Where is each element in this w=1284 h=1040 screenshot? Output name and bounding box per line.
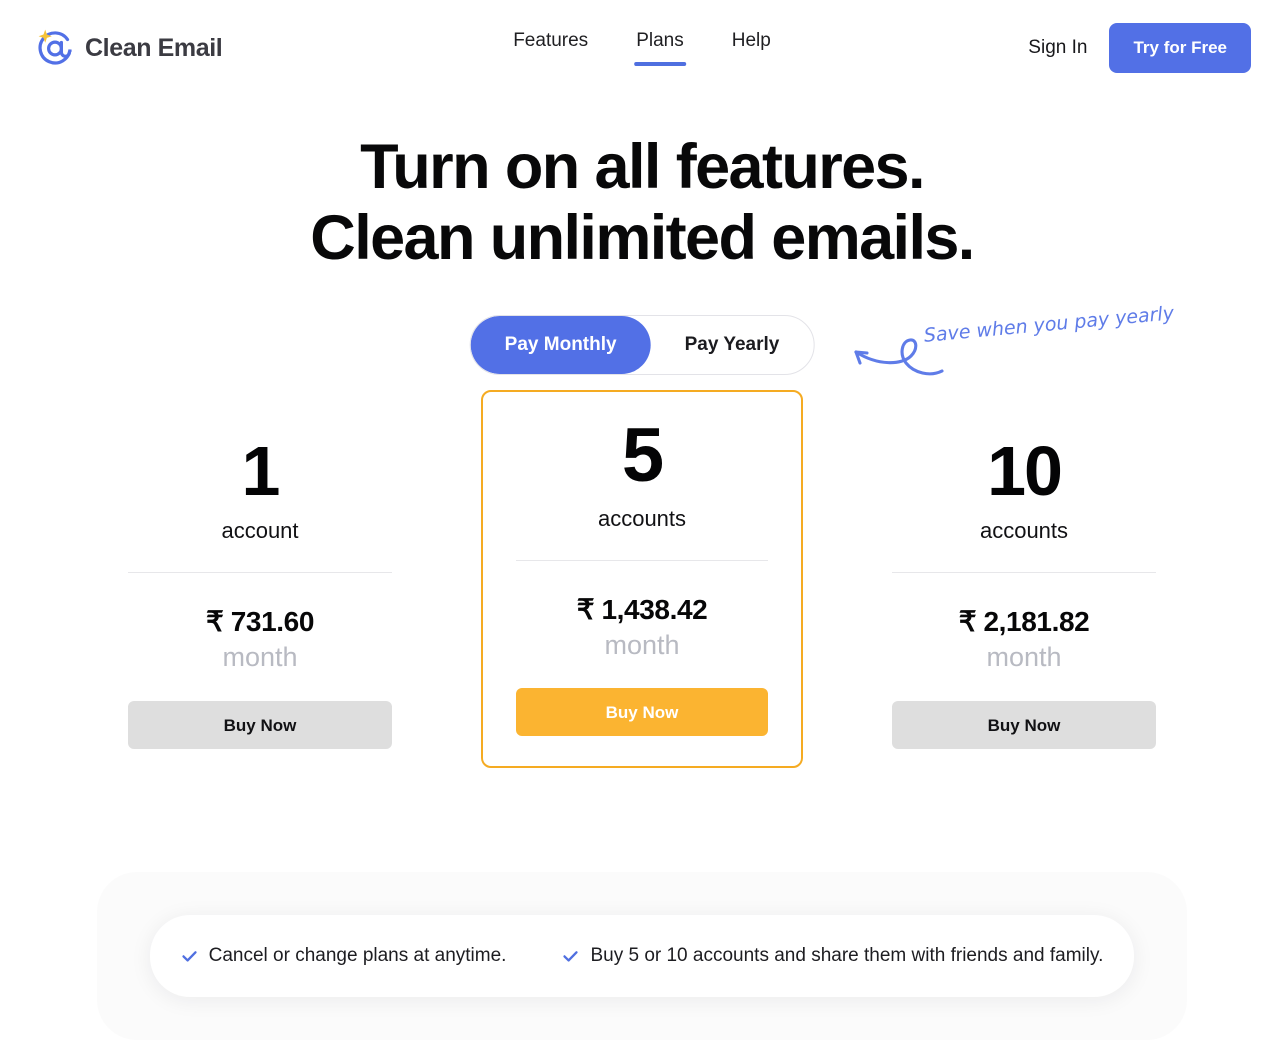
plan-account-count: 10 xyxy=(987,432,1063,511)
plan-period: month xyxy=(604,630,680,661)
plan-period: month xyxy=(222,642,298,673)
plan-divider xyxy=(892,572,1156,574)
plan-period: month xyxy=(986,642,1062,673)
billing-toggle-row: Pay Monthly Pay Yearly Save when you pay… xyxy=(0,302,1284,379)
page-title-line-1: Turn on all features. xyxy=(360,132,925,202)
buy-now-button[interactable]: Buy Now xyxy=(128,701,392,750)
brand-name: Clean Email xyxy=(85,33,223,62)
plan-card-1-account[interactable]: 1 account ₹ 731.60 month Buy Now xyxy=(127,409,393,750)
main-nav: Features Plans Help xyxy=(507,26,777,66)
toggle-option-monthly[interactable]: Pay Monthly xyxy=(470,316,651,375)
nav-item-features[interactable]: Features xyxy=(507,26,594,66)
buy-now-button[interactable]: Buy Now xyxy=(516,688,768,737)
plans-list: 1 account ₹ 731.60 month Buy Now 5 accou… xyxy=(0,390,1284,769)
benefit-item-share-accounts: Buy 5 or 10 accounts and share them with… xyxy=(562,945,1103,967)
plan-account-count: 5 xyxy=(621,413,664,499)
yearly-savings-annotation: Save when you pay yearly xyxy=(838,302,1208,403)
annotation-label: Save when you pay yearly xyxy=(923,302,1175,348)
page-title: Turn on all features. Clean unlimited em… xyxy=(0,132,1284,273)
nav-label: Features xyxy=(513,30,589,51)
plan-account-unit: account xyxy=(221,518,299,544)
brand-logo[interactable]: Clean Email xyxy=(34,27,223,69)
try-for-free-button[interactable]: Try for Free xyxy=(1109,23,1251,73)
check-icon xyxy=(563,950,579,962)
plans-section: 1 account ₹ 731.60 month Buy Now 5 accou… xyxy=(0,390,1284,839)
site-header: Clean Email Features Plans Help Sign In … xyxy=(0,0,1284,96)
benefit-text: Cancel or change plans at anytime. xyxy=(208,945,507,966)
plan-account-count: 1 xyxy=(241,432,281,511)
sign-in-link[interactable]: Sign In xyxy=(1028,37,1087,59)
plan-price: ₹ 1,438.42 xyxy=(576,594,708,626)
toggle-option-yearly[interactable]: Pay Yearly xyxy=(651,316,814,374)
benefit-item-cancel-anytime: Cancel or change plans at anytime. xyxy=(181,945,507,967)
check-icon xyxy=(181,950,197,962)
plan-divider xyxy=(128,572,392,574)
at-sparkle-icon xyxy=(38,29,72,65)
buy-now-button[interactable]: Buy Now xyxy=(892,701,1156,750)
nav-label: Plans xyxy=(636,30,684,51)
benefits-bar: Cancel or change plans at anytime. Buy 5… xyxy=(150,915,1134,997)
benefit-text: Buy 5 or 10 accounts and share them with… xyxy=(590,945,1104,966)
nav-label: Help xyxy=(731,30,771,51)
plan-account-unit: accounts xyxy=(979,518,1069,544)
nav-item-help[interactable]: Help xyxy=(726,26,777,66)
billing-toggle: Pay Monthly Pay Yearly xyxy=(469,315,815,376)
nav-item-plans[interactable]: Plans xyxy=(630,26,690,66)
plan-price: ₹ 731.60 xyxy=(205,606,315,638)
page-title-line-2: Clean unlimited emails. xyxy=(310,202,975,273)
plan-card-10-accounts[interactable]: 10 accounts ₹ 2,181.82 month Buy Now xyxy=(891,409,1157,750)
curly-arrow-icon xyxy=(854,338,944,376)
plan-card-5-accounts[interactable]: 5 accounts ₹ 1,438.42 month Buy Now xyxy=(481,390,803,769)
plan-divider xyxy=(516,560,768,562)
nav-active-underline xyxy=(634,62,686,66)
header-actions: Sign In Try for Free xyxy=(1028,0,1251,96)
plan-account-unit: accounts xyxy=(597,506,687,532)
plan-price: ₹ 2,181.82 xyxy=(958,606,1090,638)
